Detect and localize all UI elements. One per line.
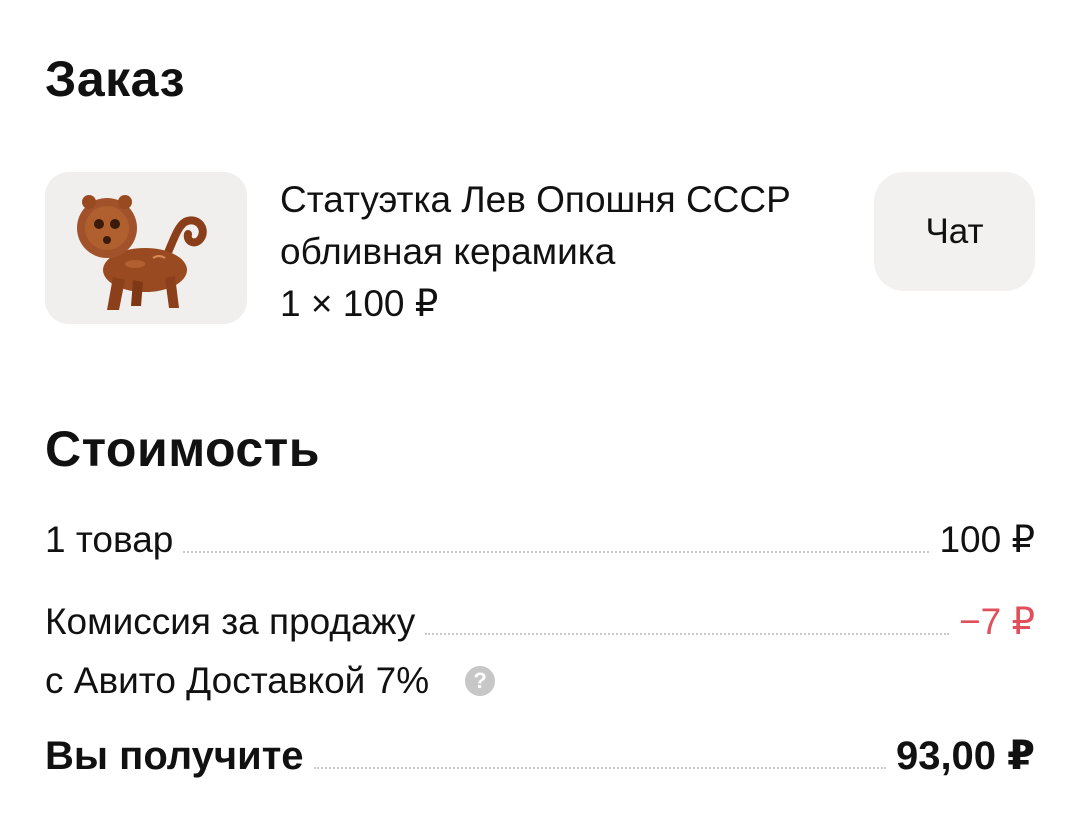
dotted-leader — [313, 767, 886, 769]
order-title: Заказ — [45, 51, 185, 107]
total-label: Вы получите — [45, 734, 304, 778]
product-quantity-price: 1 × 100 ₽ — [280, 283, 439, 324]
product-image[interactable] — [45, 172, 247, 324]
dotted-leader — [425, 633, 949, 635]
cost-title: Стоимость — [45, 421, 320, 477]
fee-amount: −7 ₽ — [958, 601, 1035, 642]
total-amount: 93,00 ₽ — [895, 734, 1035, 778]
dotted-leader — [183, 551, 930, 553]
cost-row-fee: Комиссия за продажу −7 ₽ — [45, 600, 1035, 643]
cost-row-items: 1 товар 100 ₽ — [45, 518, 1035, 561]
product-name[interactable]: Статуэтка Лев Опошня СССР обливная керам… — [280, 174, 840, 278]
fee-label-line2: с Авито Доставкой 7% — [45, 660, 430, 701]
cost-row-total: Вы получите 93,00 ₽ — [45, 733, 1035, 779]
fee-label-line2-wrap: с Авито Доставкой 7% ? — [45, 660, 496, 702]
help-icon[interactable]: ? — [465, 666, 496, 696]
items-label: 1 товар — [45, 519, 174, 560]
fee-label-line1: Комиссия за продажу — [45, 601, 416, 642]
items-amount: 100 ₽ — [939, 519, 1035, 560]
product-info: Статуэтка Лев Опошня СССР обливная керам… — [280, 174, 840, 330]
lion-figurine-icon — [45, 172, 247, 324]
chat-button[interactable]: Чат — [874, 172, 1035, 291]
